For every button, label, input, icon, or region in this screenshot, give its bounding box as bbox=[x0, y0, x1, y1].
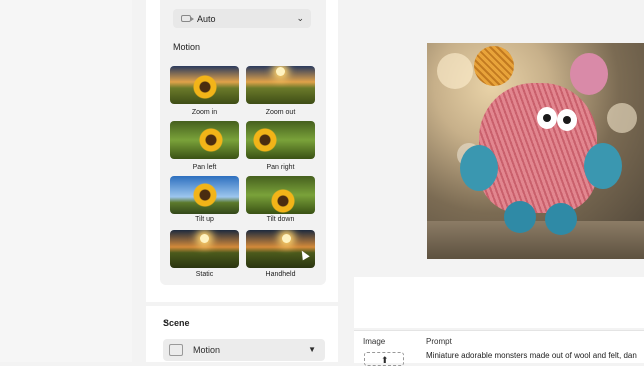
chevron-down-icon[interactable]: ⌄ bbox=[163, 316, 170, 325]
motion-card: Auto ⌄ Motion Zoom in Zoom out Pan left … bbox=[160, 0, 326, 285]
motion-option-zoom-out[interactable] bbox=[246, 66, 315, 104]
motion-option-label: Zoom out bbox=[265, 109, 296, 116]
motion-option-tilt-up[interactable] bbox=[170, 176, 239, 214]
prompt-area bbox=[354, 277, 644, 328]
motion-option-label: Pan right bbox=[266, 164, 295, 171]
motion-option-pan-left[interactable] bbox=[170, 121, 239, 159]
bottom-bar: Image Prompt ⬆ Miniature adorable monste… bbox=[354, 330, 644, 366]
motion-option-label: Pan left bbox=[192, 164, 217, 171]
upload-icon: ⬆ bbox=[381, 355, 389, 365]
caret-down-icon: ▼ bbox=[308, 345, 316, 354]
motion-option-label: Static bbox=[195, 271, 214, 278]
motion-option-zoom-in[interactable] bbox=[170, 66, 239, 104]
left-rail bbox=[0, 0, 132, 362]
chevron-down-icon: ⌄ bbox=[296, 13, 304, 23]
motion-option-label: Tilt down bbox=[266, 216, 295, 223]
prompt-text[interactable]: Miniature adorable monsters made out of … bbox=[426, 351, 637, 360]
motion-option-static[interactable] bbox=[170, 230, 239, 268]
motion-option-label: Handheld bbox=[265, 271, 296, 278]
camera-select-value: Auto bbox=[197, 13, 216, 24]
scene-section: Scene Motion ▼ bbox=[146, 306, 338, 362]
motion-title: Motion bbox=[173, 42, 201, 52]
prompt-label: Prompt bbox=[426, 337, 452, 346]
image-upload-button[interactable]: ⬆ bbox=[364, 352, 404, 366]
video-camera-icon bbox=[181, 15, 194, 22]
motion-option-label: Tilt up bbox=[195, 216, 214, 223]
motion-option-tilt-down[interactable] bbox=[246, 176, 315, 214]
scene-select-value: Motion bbox=[193, 345, 221, 355]
generated-video-preview[interactable] bbox=[427, 43, 644, 259]
motion-option-label: Zoom in bbox=[191, 109, 218, 116]
scene-icon bbox=[169, 344, 183, 356]
motion-option-pan-right[interactable] bbox=[246, 121, 315, 159]
scene-select[interactable]: Motion ▼ bbox=[163, 339, 325, 361]
camera-select[interactable]: Auto ⌄ bbox=[173, 9, 311, 28]
image-label: Image bbox=[363, 337, 386, 346]
